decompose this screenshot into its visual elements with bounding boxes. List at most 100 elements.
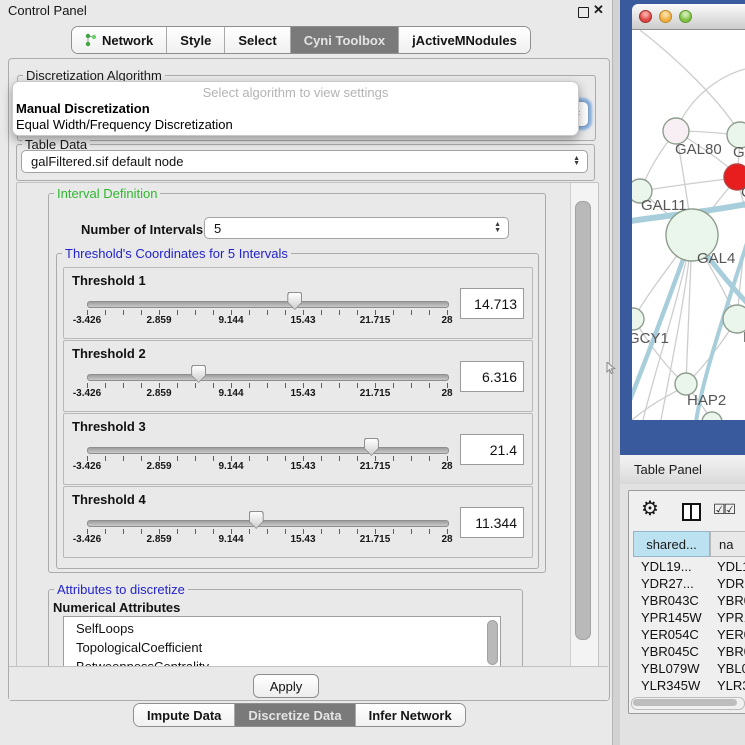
tab-select[interactable]: Select	[224, 27, 289, 53]
algorithm-popup-item[interactable]: Manual Discretization	[16, 101, 150, 116]
network-node-label: HAP2	[687, 392, 726, 409]
threshold-slider-track[interactable]	[87, 520, 449, 527]
slider-tick-label: 21.715	[360, 461, 391, 472]
control-panel-titlebar: Control Panel ✕	[0, 0, 612, 22]
table-cell-name[interactable]: YER0	[717, 627, 745, 642]
table-cell-name[interactable]: YLR3	[717, 678, 745, 693]
threshold-slider-track[interactable]	[87, 447, 449, 454]
attribute-item[interactable]: SelfLoops	[76, 621, 134, 636]
table-cell-name[interactable]: YBR0	[717, 644, 745, 659]
slider-tick-label: 9.144	[218, 534, 243, 545]
threshold-slider-track[interactable]	[87, 374, 449, 381]
slider-tick-label: 2.859	[146, 388, 171, 399]
network-node-label: GAL80	[675, 141, 722, 158]
slider-tick-label: -3.426	[73, 534, 101, 545]
threshold-value-field[interactable]: 6.316	[460, 361, 524, 392]
numerical-attributes-list[interactable]: SelfLoopsTopologicalCoefficientBetweenne…	[63, 616, 501, 667]
tab-label: jActiveMNodules	[412, 33, 517, 48]
table-cell-shared[interactable]: YPR145W	[641, 610, 702, 625]
threshold-label: Threshold 1	[72, 273, 146, 288]
close-icon[interactable]: ✕	[593, 2, 604, 18]
tab-discretize-data[interactable]: Discretize Data	[234, 704, 354, 726]
tab-label: Style	[180, 33, 211, 48]
close-traffic-light-icon[interactable]	[639, 10, 652, 23]
network-window-titlebar[interactable]	[632, 4, 745, 30]
threshold-value-field[interactable]: 14.713	[460, 288, 524, 319]
table-cell-shared[interactable]: YLR345W	[641, 678, 700, 693]
table-cell-name[interactable]: YPR1	[717, 610, 745, 625]
threshold-value-field[interactable]: 11.344	[460, 507, 524, 538]
table-cell-shared[interactable]: YER054C	[641, 627, 699, 642]
mouse-cursor	[606, 362, 617, 375]
network-edge[interactable]	[641, 178, 736, 191]
tab-label: Discretize Data	[248, 708, 341, 723]
algorithm-popup-hint: Select algorithm to view settings	[13, 85, 578, 100]
attributes-list-scrollbar[interactable]	[487, 620, 498, 665]
network-node-label: GCY1	[632, 330, 669, 347]
table-cell-name[interactable]: YDR2	[717, 576, 745, 591]
tab-impute-data[interactable]: Impute Data	[134, 704, 234, 726]
table-cell-shared[interactable]: YDR27...	[641, 576, 694, 591]
float-window-icon[interactable]	[578, 7, 589, 18]
column-header-name[interactable]: na	[710, 531, 745, 557]
table-cell-shared[interactable]: YBL079W	[641, 661, 700, 676]
threshold-slider-track[interactable]	[87, 301, 449, 308]
control-panel-title: Control Panel	[8, 3, 87, 18]
tab-style[interactable]: Style	[166, 27, 224, 53]
network-node-label: GAL4	[697, 250, 735, 267]
network-node-green[interactable]	[723, 305, 745, 333]
table-data-combobox-value: galFiltered.sif default node	[31, 154, 183, 169]
tab-label: Select	[238, 33, 276, 48]
slider-tick-label: -3.426	[73, 315, 101, 326]
network-node-label: GAL11	[641, 197, 687, 214]
zoom-traffic-light-icon[interactable]	[679, 10, 692, 23]
apply-button[interactable]: Apply	[253, 674, 319, 698]
number-of-intervals-value: 5	[214, 221, 221, 236]
threshold-label: Threshold 2	[72, 346, 146, 361]
algorithm-popup: Select algorithm to view settings Manual…	[12, 81, 579, 136]
algorithm-popup-item[interactable]: Equal Width/Frequency Discretization	[16, 117, 233, 132]
tab-jactivemnodules[interactable]: jActiveMNodules	[398, 27, 530, 53]
settings-scrollbar-thumb[interactable]	[575, 201, 591, 640]
slider-ticks	[87, 529, 447, 537]
network-canvas[interactable]: GAL80GACGAL11GAL4GCY1HHAP2	[632, 30, 745, 420]
tab-label: Infer Network	[369, 708, 452, 723]
table-cell-name[interactable]: YBL0	[717, 661, 745, 676]
number-of-intervals-label: Number of Intervals	[81, 222, 203, 237]
settings-scroll-viewport: Interval Definition Number of Intervals …	[16, 182, 599, 667]
table-cell-name[interactable]: YDL1	[717, 559, 745, 574]
table-cell-shared[interactable]: YDL19...	[641, 559, 692, 574]
table-hscrollbar[interactable]	[631, 697, 745, 710]
network-edge[interactable]	[640, 30, 740, 133]
network-view-frame[interactable]: GAL80GACGAL11GAL4GCY1HHAP2	[620, 0, 745, 455]
table-cell-shared[interactable]: YBR043C	[641, 593, 699, 608]
thresholds-container: Threshold 1 -3.426 2.859 9.144 15.43 21.715 28…	[56, 253, 537, 567]
network-node-label: GA	[733, 144, 745, 161]
threshold-value-field[interactable]: 21.4	[460, 434, 524, 465]
network-window: GAL80GACGAL11GAL4GCY1HHAP2	[632, 4, 745, 419]
network-node-green[interactable]	[632, 308, 644, 330]
table-cell-shared[interactable]: YBR045C	[641, 644, 699, 659]
tab-infer-network[interactable]: Infer Network	[355, 704, 465, 726]
minimize-traffic-light-icon[interactable]	[659, 10, 672, 23]
columns-icon[interactable]	[682, 503, 701, 521]
network-node-green[interactable]	[702, 412, 722, 420]
slider-tick-label: 21.715	[360, 315, 391, 326]
table-data-combobox[interactable]: galFiltered.sif default node ▲▼	[21, 150, 588, 173]
gear-icon[interactable]: ⚙	[641, 499, 659, 519]
threshold-label: Threshold 4	[72, 492, 146, 507]
top-tab-strip: Network Style Select Cyni Toolbox jActiveMNo…	[71, 26, 531, 54]
slider-tick-label: 2.859	[146, 315, 171, 326]
table-cell-name[interactable]: YBR0	[717, 593, 745, 608]
attribute-item[interactable]: TopologicalCoefficient	[76, 640, 202, 655]
slider-tick-label: 15.43	[290, 315, 315, 326]
column-header-shared[interactable]: shared...	[633, 531, 710, 557]
threshold-box-1: Threshold 1-3.4262.8599.14415.4321.71528…	[63, 267, 533, 339]
tab-network[interactable]: Network	[72, 27, 166, 53]
number-of-intervals-combobox[interactable]: 5 ▲▼	[204, 217, 509, 239]
slider-tick-label: 28	[441, 534, 452, 545]
combo-arrows-icon: ▲▼	[494, 223, 501, 233]
tab-cyni-toolbox[interactable]: Cyni Toolbox	[290, 27, 398, 53]
checkboxes-icon[interactable]: ☑☑	[713, 501, 734, 518]
network-edge[interactable]	[676, 69, 745, 131]
